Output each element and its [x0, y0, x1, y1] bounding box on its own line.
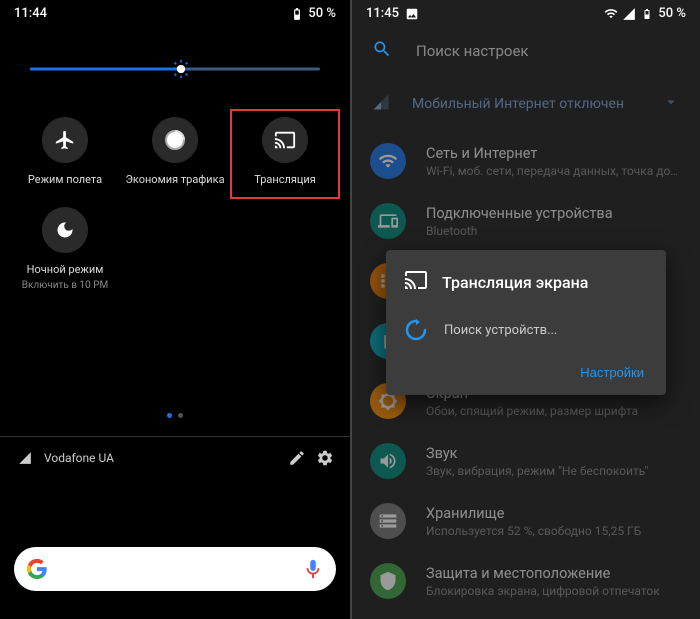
qs-tile-night[interactable]: Ночной режим Включить в 10 PM [10, 199, 120, 302]
battery-icon [640, 7, 654, 21]
qs-tile-cast[interactable]: Трансляция [230, 109, 340, 199]
battery-percent: 50 % [658, 6, 686, 21]
setting-title: Хранилище [426, 505, 682, 522]
battery-percent: 50 % [308, 6, 336, 21]
qs-label: Ночной режим [27, 263, 104, 277]
moon-icon [42, 207, 88, 253]
gear-icon[interactable] [316, 449, 334, 467]
wifi-icon [370, 143, 406, 179]
quick-settings-panel: 11:44 50 % Режим полета Экономия трафика [0, 0, 350, 619]
battery-icon [290, 7, 304, 21]
sound-icon [370, 443, 406, 479]
cast-dialog: Трансляция экрана Поиск устройств... Нас… [386, 250, 666, 395]
google-search-bar[interactable] [14, 547, 336, 591]
qs-label: Экономия трафика [125, 173, 224, 187]
setting-title: Защита и местоположение [426, 565, 682, 582]
edit-icon[interactable] [288, 449, 306, 467]
setting-security[interactable]: Защита и местоположение Блокировка экрана… [352, 551, 700, 611]
status-bar: 11:45 50 % [352, 0, 700, 25]
chevron-down-icon [662, 93, 680, 115]
dot-active [167, 413, 172, 418]
wifi-icon [604, 7, 618, 21]
signal-off-icon [372, 93, 390, 115]
status-right: 50 % [604, 6, 686, 21]
dialog-settings-button[interactable]: Настройки [580, 365, 644, 380]
setting-title: Сеть и Интернет [426, 145, 682, 162]
mic-icon[interactable] [302, 558, 324, 580]
qs-tile-datasaver[interactable]: Экономия трафика [120, 109, 230, 199]
qs-label: Режим полета [28, 173, 102, 187]
signal-icon [16, 449, 34, 467]
cast-icon [262, 117, 308, 163]
airplane-icon [42, 117, 88, 163]
setting-sub: Wi-Fi, моб. сети, передача данных, точка… [426, 164, 682, 178]
settings-screen: 11:45 50 % Поиск настроек Мобильный Инте… [350, 0, 700, 619]
settings-search[interactable]: Поиск настроек [352, 25, 700, 77]
devices-icon [370, 203, 406, 239]
qs-label: Трансляция [254, 173, 316, 187]
banner-text: Мобильный Интернет отключен [412, 96, 624, 112]
storage-icon [370, 503, 406, 539]
spinner-icon [404, 318, 428, 342]
dialog-title: Трансляция экрана [442, 273, 588, 292]
dot [178, 413, 183, 418]
setting-sound[interactable]: Звук Звук, вибрация, режим "Не беспокоить… [352, 431, 700, 491]
setting-network[interactable]: Сеть и Интернет Wi-Fi, моб. сети, передач… [352, 131, 700, 191]
quick-settings-grid: Режим полета Экономия трафика Трансляция… [0, 109, 350, 303]
brightness-fill [30, 68, 181, 71]
mobile-data-banner[interactable]: Мобильный Интернет отключен [352, 77, 700, 131]
status-right: 50 % [290, 6, 336, 21]
shield-icon [370, 563, 406, 599]
qs-tile-airplane[interactable]: Режим полета [10, 109, 120, 199]
setting-connected[interactable]: Подключенные устройства Bluetooth [352, 191, 700, 251]
qs-sublabel: Включить в 10 PM [22, 280, 108, 291]
status-time: 11:45 [366, 6, 399, 21]
setting-title: Подключенные устройства [426, 205, 682, 222]
status-bar: 11:44 50 % [0, 0, 350, 25]
data-saver-icon [152, 117, 198, 163]
carrier-name: Vodafone UA [44, 451, 114, 465]
status-time: 11:44 [14, 6, 47, 21]
search-placeholder: Поиск настроек [416, 42, 529, 60]
google-logo-icon [26, 558, 48, 580]
search-icon [372, 39, 392, 63]
setting-title: Звук [426, 445, 682, 462]
setting-sub: Используется 52 %, свободно 15,25 ГБ [426, 524, 682, 538]
brightness-thumb[interactable] [171, 59, 191, 79]
signal-icon [622, 7, 636, 21]
image-notif-icon [405, 7, 419, 21]
carrier-row: Vodafone UA [0, 437, 350, 479]
page-indicator [0, 413, 350, 418]
setting-sub: Bluetooth [426, 224, 682, 238]
setting-sub: Обои, спящий режим, размер шрифта [426, 404, 682, 418]
cast-icon [404, 268, 428, 296]
setting-sub: Звук, вибрация, режим "Не беспокоить" [426, 464, 682, 478]
dialog-searching: Поиск устройств... [444, 323, 557, 338]
setting-sub: Блокировка экрана, цифровой отпечаток [426, 584, 682, 598]
brightness-slider[interactable] [30, 59, 320, 79]
setting-storage[interactable]: Хранилище Используется 52 %, свободно 15,… [352, 491, 700, 551]
